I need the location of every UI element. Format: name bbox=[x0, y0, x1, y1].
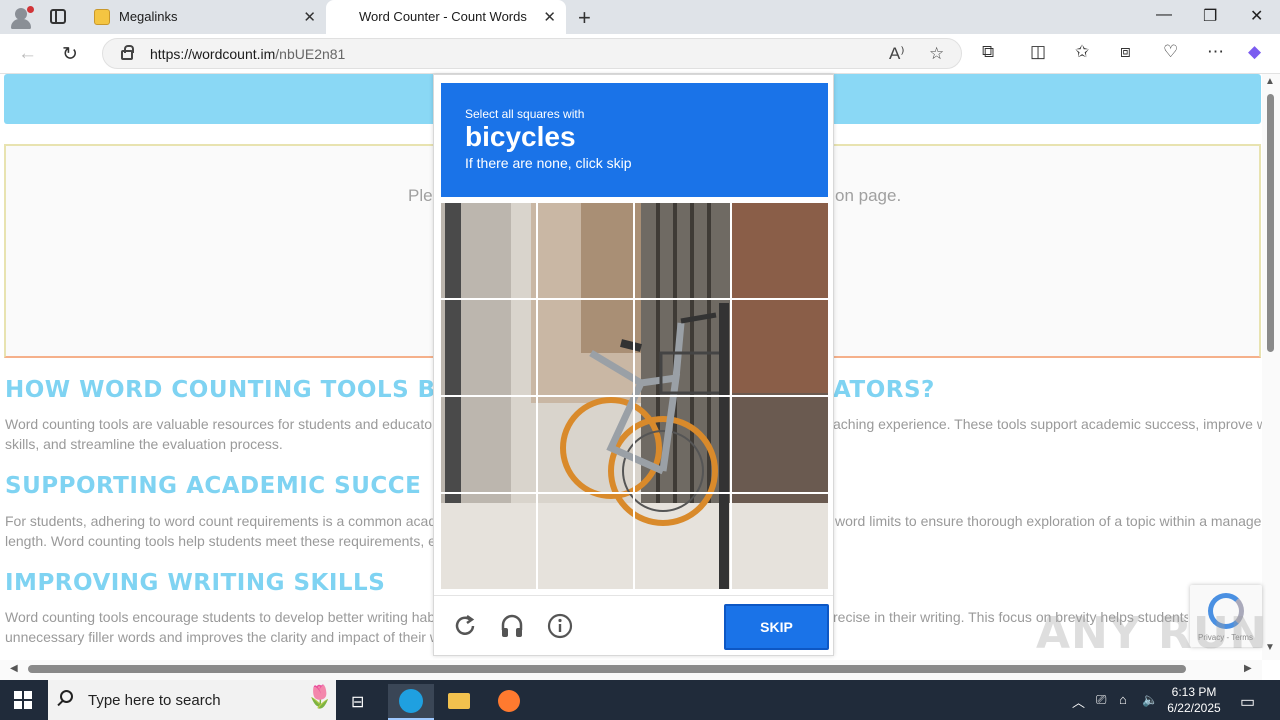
tab-close-icon[interactable]: ✕ bbox=[543, 8, 556, 26]
captcha-image-grid bbox=[441, 203, 828, 589]
captcha-challenge: Select all squares with bicycles If ther… bbox=[433, 74, 834, 656]
favorites-icon[interactable]: ✩ bbox=[1075, 42, 1089, 62]
refresh-icon[interactable]: ↻ bbox=[62, 43, 78, 66]
device-icon[interactable]: ⎚ bbox=[1096, 692, 1106, 708]
profile-icon[interactable] bbox=[8, 5, 34, 29]
tab-actions-icon[interactable] bbox=[50, 9, 66, 24]
firefox-icon[interactable] bbox=[486, 684, 532, 720]
tray-overflow-icon[interactable]: ︿ bbox=[1072, 692, 1085, 711]
taskbar: Type here to search 🌷 ⊟ ︿ ⎚ ⌂ 🔈 6:13 PM … bbox=[0, 680, 1280, 720]
lock-icon[interactable] bbox=[121, 45, 134, 60]
new-tab-icon[interactable]: + bbox=[578, 5, 591, 31]
horizontal-scrollbar[interactable]: ◀ ▶ bbox=[0, 660, 1262, 680]
captcha-tile[interactable] bbox=[732, 203, 827, 298]
captcha-tile[interactable] bbox=[441, 397, 536, 492]
captcha-instruction-line: Select all squares with bbox=[465, 107, 585, 121]
captcha-tile[interactable] bbox=[635, 203, 730, 298]
close-window-icon[interactable]: ✕ bbox=[1250, 6, 1263, 26]
captcha-tile[interactable] bbox=[538, 300, 633, 395]
section-paragraph-right: aching experience. These tools support a… bbox=[833, 416, 1262, 432]
tab-close-icon[interactable]: ✕ bbox=[303, 8, 316, 26]
extensions-icon[interactable]: ⧉ bbox=[982, 42, 994, 62]
section-paragraph-right: word limits to ensure thorough explorati… bbox=[835, 513, 1262, 529]
captcha-tile[interactable] bbox=[732, 397, 827, 492]
address-bar[interactable]: https://wordcount.im/nbUE2n81 A⁾ ☆ bbox=[102, 38, 962, 69]
split-screen-icon[interactable]: ◫ bbox=[1030, 42, 1046, 62]
captcha-tile[interactable] bbox=[538, 494, 633, 589]
read-aloud-icon[interactable]: A⁾ bbox=[889, 44, 905, 64]
system-clock[interactable]: 6:13 PM 6/22/2025 bbox=[1162, 684, 1226, 716]
search-highlight-icon: 🌷 bbox=[306, 684, 334, 709]
url-host: https://wordcount.im bbox=[150, 46, 276, 62]
tab-megalinks[interactable]: Megalinks ✕ bbox=[86, 0, 326, 34]
file-explorer-icon[interactable] bbox=[436, 684, 482, 720]
section-paragraph: For students, adhering to word count req… bbox=[5, 513, 435, 529]
section-heading: HOW WORD COUNTING TOOLS B bbox=[5, 377, 436, 403]
tab-strip: Megalinks ✕ Word Counter - Count Words ✕… bbox=[0, 0, 1280, 34]
captcha-tile[interactable] bbox=[732, 300, 827, 395]
section-heading: SUPPORTING ACADEMIC SUCCE bbox=[5, 473, 422, 499]
vertical-scrollbar[interactable]: ▲ ▼ bbox=[1262, 74, 1280, 660]
captcha-tile[interactable] bbox=[441, 494, 536, 589]
captcha-tile[interactable] bbox=[538, 203, 633, 298]
captcha-tile[interactable] bbox=[732, 494, 827, 589]
section-heading: IMPROVING WRITING SKILLS bbox=[5, 570, 386, 596]
clock-date: 6/22/2025 bbox=[1167, 701, 1221, 715]
scroll-right-icon[interactable]: ▶ bbox=[1244, 663, 1252, 674]
captcha-tile[interactable] bbox=[538, 397, 633, 492]
favorite-star-icon[interactable]: ☆ bbox=[929, 44, 944, 64]
url-text[interactable]: https://wordcount.im/nbUE2n81 bbox=[150, 46, 345, 62]
edge-taskbar-icon[interactable] bbox=[388, 684, 434, 720]
reload-icon[interactable] bbox=[451, 612, 479, 640]
horizontal-scroll-thumb[interactable] bbox=[28, 665, 1186, 673]
tab-word-counter[interactable]: Word Counter - Count Words ✕ bbox=[326, 0, 566, 34]
restore-icon[interactable]: ❐ bbox=[1203, 6, 1217, 26]
section-paragraph: Word counting tools are valuable resourc… bbox=[5, 416, 432, 432]
section-heading-right: ATORS? bbox=[833, 377, 935, 403]
tab-title: Word Counter - Count Words bbox=[359, 9, 527, 24]
search-icon bbox=[60, 690, 73, 703]
scroll-left-icon[interactable]: ◀ bbox=[10, 663, 18, 674]
captcha-tile[interactable] bbox=[635, 300, 730, 395]
section-paragraph: skills, and streamline the evaluation pr… bbox=[5, 436, 283, 452]
windows-start-icon[interactable] bbox=[14, 691, 32, 709]
notice-text-right: on page. bbox=[835, 186, 902, 205]
captcha-tile[interactable] bbox=[635, 397, 730, 492]
back-icon[interactable]: ← bbox=[18, 43, 37, 65]
section-paragraph: unnecessary filler words and improves th… bbox=[5, 629, 435, 645]
minimize-icon[interactable]: — bbox=[1156, 6, 1172, 24]
captcha-instructions: Select all squares with bicycles If ther… bbox=[441, 83, 828, 197]
browser-essentials-icon[interactable]: ♡ bbox=[1163, 42, 1178, 62]
section-paragraph: Word counting tools encourage students t… bbox=[5, 609, 435, 625]
scroll-up-icon[interactable]: ▲ bbox=[1265, 76, 1275, 87]
search-placeholder: Type here to search bbox=[88, 692, 221, 709]
captcha-tile[interactable] bbox=[441, 300, 536, 395]
collections-icon[interactable]: ⧈ bbox=[1120, 42, 1131, 62]
clock-time: 6:13 PM bbox=[1171, 685, 1217, 699]
captcha-tile[interactable] bbox=[441, 203, 536, 298]
megalinks-favicon-icon bbox=[94, 9, 110, 25]
captcha-tile[interactable] bbox=[635, 494, 730, 589]
info-icon[interactable] bbox=[546, 612, 574, 640]
network-icon[interactable]: ⌂ bbox=[1119, 692, 1127, 707]
notifications-icon[interactable]: ▭ bbox=[1240, 692, 1255, 712]
vertical-scroll-thumb[interactable] bbox=[1267, 94, 1274, 352]
anyrun-watermark: ANY RUN bbox=[1036, 608, 1268, 659]
more-menu-icon[interactable]: ⋯ bbox=[1207, 42, 1224, 62]
captcha-target: bicycles bbox=[465, 121, 576, 152]
browser-toolbar: ← ↻ https://wordcount.im/nbUE2n81 A⁾ ☆ ⧉… bbox=[0, 34, 1280, 74]
captcha-hint: If there are none, click skip bbox=[465, 155, 632, 171]
notice-text-left: Ple bbox=[408, 186, 433, 205]
captcha-footer: SKIP bbox=[434, 595, 833, 655]
copilot-icon[interactable]: ◆ bbox=[1248, 42, 1261, 62]
audio-icon[interactable] bbox=[498, 612, 526, 640]
section-paragraph: length. Word counting tools help student… bbox=[5, 533, 435, 549]
task-view-icon[interactable]: ⊟ bbox=[338, 684, 384, 720]
volume-icon[interactable]: 🔈 bbox=[1142, 692, 1158, 708]
tab-title: Megalinks bbox=[119, 9, 178, 24]
skip-button[interactable]: SKIP bbox=[724, 604, 829, 650]
taskbar-search[interactable]: Type here to search 🌷 bbox=[48, 680, 336, 720]
url-path: /nbUE2n81 bbox=[275, 46, 346, 62]
